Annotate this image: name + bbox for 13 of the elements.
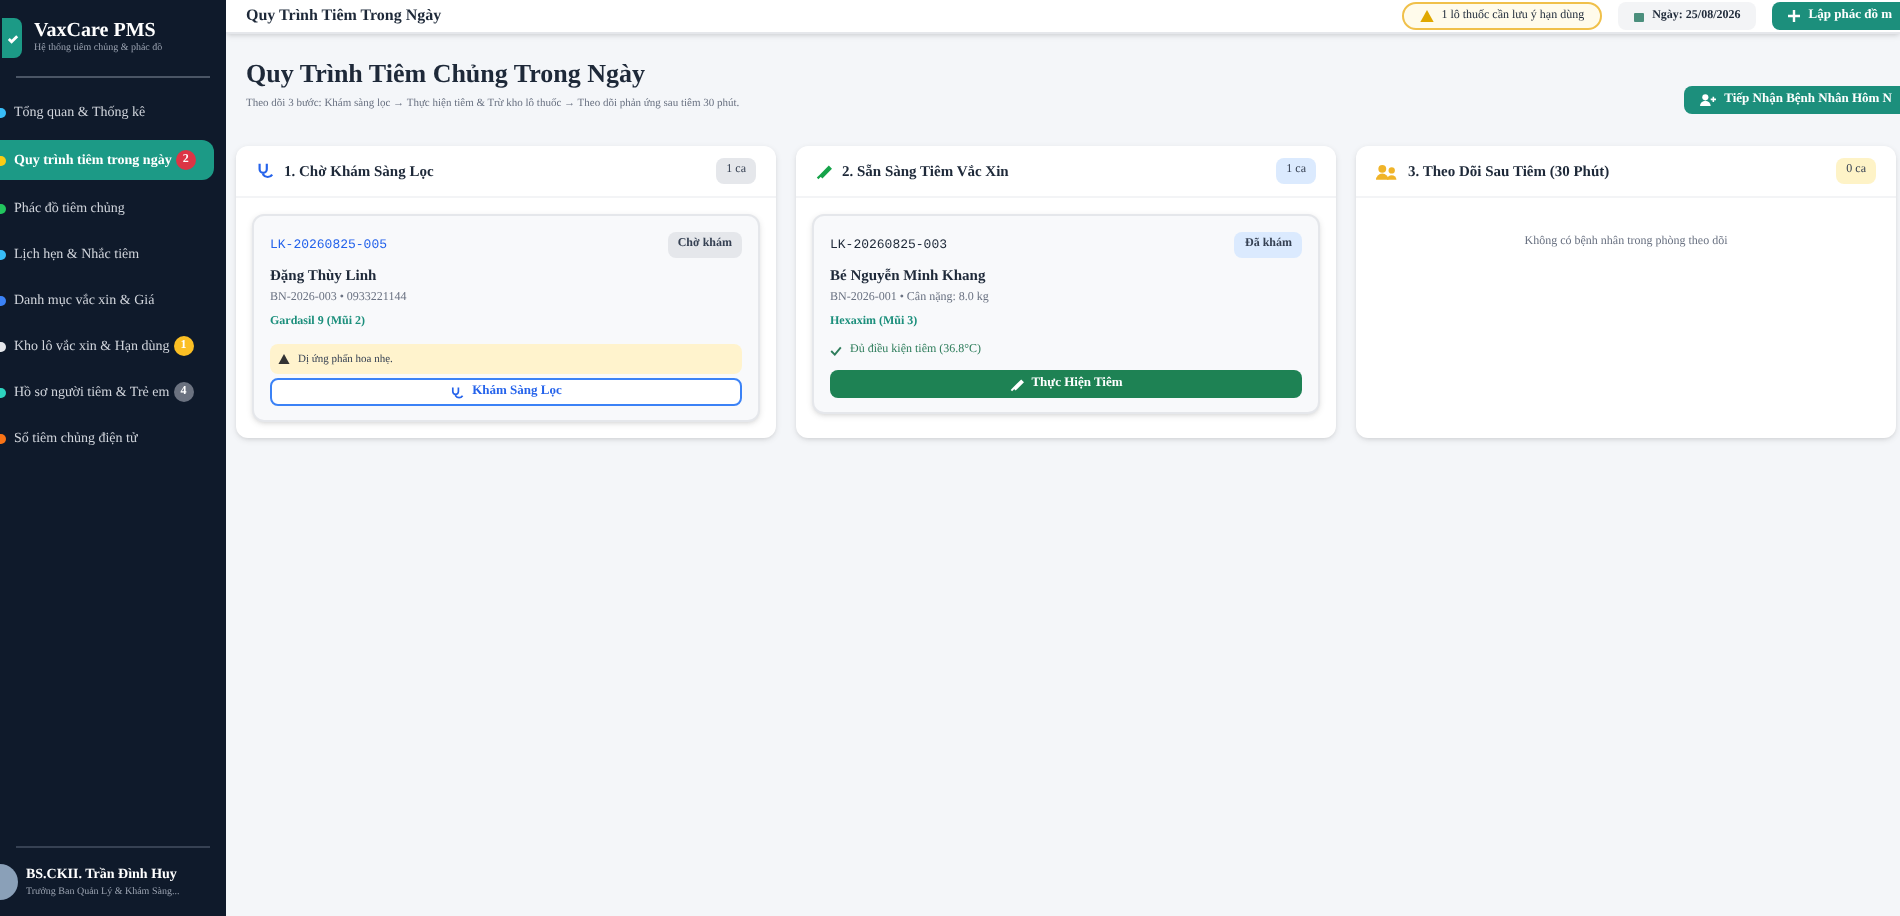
avatar — [0, 864, 18, 900]
warning-icon — [1419, 10, 1434, 22]
brand-title: VaxCare PMS — [34, 19, 158, 42]
user-plus-icon — [1700, 94, 1717, 106]
users-icon — [1376, 163, 1398, 179]
page-title: Quy Trình Tiêm Chủng Trong Ngày — [246, 58, 648, 91]
stethoscope-icon — [256, 162, 274, 180]
check-icon — [830, 346, 842, 357]
page-heading: Quy Trình Tiêm Trong Ngày — [246, 4, 442, 28]
warning-icon — [278, 354, 290, 365]
logo-icon — [2, 18, 22, 58]
stethoscope-icon — [450, 385, 465, 400]
plus-icon — [1788, 10, 1801, 22]
